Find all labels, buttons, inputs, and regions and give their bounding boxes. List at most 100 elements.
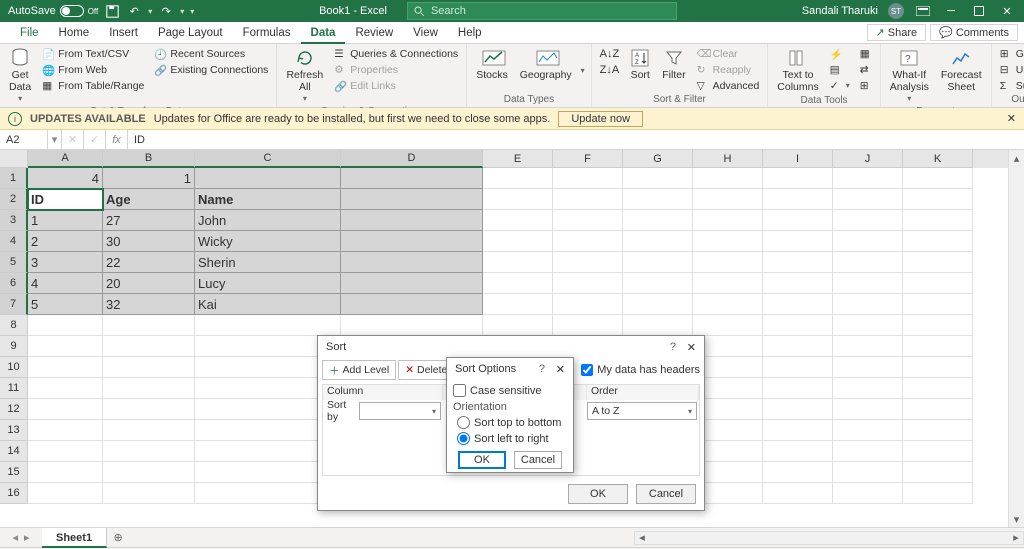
search-box[interactable]: Search <box>407 2 677 20</box>
cell-K10[interactable] <box>903 357 973 378</box>
col-header-D[interactable]: D <box>341 150 483 168</box>
cell-J1[interactable] <box>833 168 903 189</box>
data-types-more[interactable]: ▾ <box>581 66 585 75</box>
sort-order-select[interactable]: A to Z▾ <box>587 402 697 420</box>
scroll-up-icon[interactable]: ▴ <box>1009 150 1024 166</box>
flash-fill-button[interactable]: ⚡ <box>828 46 852 61</box>
col-header-K[interactable]: K <box>903 150 973 168</box>
cell-J5[interactable] <box>833 252 903 273</box>
cell-C6[interactable]: Lucy <box>195 273 341 294</box>
cell-H6[interactable] <box>693 273 763 294</box>
cell-J4[interactable] <box>833 231 903 252</box>
comments-button[interactable]: 💬Comments <box>930 24 1018 41</box>
row-header-4[interactable]: 4 <box>0 231 28 252</box>
fx-button[interactable]: fx <box>106 130 128 150</box>
close-icon[interactable]: ✕ <box>998 2 1016 20</box>
sort-options-close-icon[interactable]: ✕ <box>556 363 565 376</box>
cell-I9[interactable] <box>763 336 833 357</box>
cell-F6[interactable] <box>553 273 623 294</box>
cell-C4[interactable]: Wicky <box>195 231 341 252</box>
cell-C1[interactable] <box>195 168 341 189</box>
cell-A1[interactable]: 4 <box>28 168 103 189</box>
cell-K5[interactable] <box>903 252 973 273</box>
tab-review[interactable]: Review <box>345 22 403 44</box>
cell-J10[interactable] <box>833 357 903 378</box>
cell-B9[interactable] <box>103 336 195 357</box>
cell-K3[interactable] <box>903 210 973 231</box>
cell-B16[interactable] <box>103 483 195 504</box>
cell-J9[interactable] <box>833 336 903 357</box>
cell-I6[interactable] <box>763 273 833 294</box>
updates-close-button[interactable]: ✕ <box>1007 112 1016 125</box>
cell-C3[interactable]: John <box>195 210 341 231</box>
user-name[interactable]: Sandali Tharuki <box>802 5 878 17</box>
cell-F2[interactable] <box>553 189 623 210</box>
cell-B7[interactable]: 32 <box>103 294 195 315</box>
add-sheet-button[interactable]: ⊕ <box>107 531 129 544</box>
cell-C5[interactable]: Sherin <box>195 252 341 273</box>
cell-F1[interactable] <box>553 168 623 189</box>
sort-options-ok-button[interactable]: OK <box>458 451 506 469</box>
cell-J12[interactable] <box>833 399 903 420</box>
cell-F4[interactable] <box>553 231 623 252</box>
cell-E7[interactable] <box>483 294 553 315</box>
col-header-G[interactable]: G <box>623 150 693 168</box>
from-table-range-button[interactable]: ▦From Table/Range <box>40 78 146 93</box>
cell-I11[interactable] <box>763 378 833 399</box>
sort-button[interactable]: AZ Sort <box>627 46 653 94</box>
cell-G5[interactable] <box>623 252 693 273</box>
sort-close-icon[interactable]: ✕ <box>687 341 696 354</box>
from-text-csv-button[interactable]: 📄From Text/CSV <box>40 46 146 61</box>
row-header-7[interactable]: 7 <box>0 294 28 315</box>
row-header-5[interactable]: 5 <box>0 252 28 273</box>
cell-A3[interactable]: 1 <box>28 210 103 231</box>
row-header-13[interactable]: 13 <box>0 420 28 441</box>
cell-K12[interactable] <box>903 399 973 420</box>
row-header-11[interactable]: 11 <box>0 378 28 399</box>
consolidate-button[interactable]: ▦ <box>858 46 874 61</box>
row-header-10[interactable]: 10 <box>0 357 28 378</box>
row-header-8[interactable]: 8 <box>0 315 28 336</box>
cell-I1[interactable] <box>763 168 833 189</box>
avatar[interactable]: ST <box>888 3 904 19</box>
cell-E2[interactable] <box>483 189 553 210</box>
cell-A7[interactable]: 5 <box>28 294 103 315</box>
cell-C2[interactable]: Name <box>195 189 341 210</box>
ungroup-button[interactable]: ⊟Ungroup ▾ <box>998 62 1024 77</box>
cell-K15[interactable] <box>903 462 973 483</box>
col-header-E[interactable]: E <box>483 150 553 168</box>
cell-D2[interactable] <box>341 189 483 210</box>
cell-J6[interactable] <box>833 273 903 294</box>
cell-A8[interactable] <box>28 315 103 336</box>
tab-data[interactable]: Data <box>301 22 346 44</box>
horizontal-scrollbar[interactable]: ◂ ▸ <box>634 531 1024 545</box>
cell-B14[interactable] <box>103 441 195 462</box>
minimize-icon[interactable]: ─ <box>942 2 960 20</box>
cell-I14[interactable] <box>763 441 833 462</box>
queries-connections-button[interactable]: ☰Queries & Connections <box>332 46 460 61</box>
cell-H4[interactable] <box>693 231 763 252</box>
cell-A5[interactable]: 3 <box>28 252 103 273</box>
cell-K4[interactable] <box>903 231 973 252</box>
cell-A9[interactable] <box>28 336 103 357</box>
sort-cancel-button[interactable]: Cancel <box>636 484 696 504</box>
row-header-15[interactable]: 15 <box>0 462 28 483</box>
enter-fx-icon[interactable]: ✓ <box>84 130 106 150</box>
tab-formulas[interactable]: Formulas <box>233 22 301 44</box>
cell-H1[interactable] <box>693 168 763 189</box>
row-header-3[interactable]: 3 <box>0 210 28 231</box>
name-box-dropdown[interactable]: ▾ <box>48 130 62 150</box>
remove-duplicates-button[interactable]: ▤ <box>828 62 852 77</box>
cell-K2[interactable] <box>903 189 973 210</box>
sort-ok-button[interactable]: OK <box>568 484 628 504</box>
tab-page-layout[interactable]: Page Layout <box>148 22 233 44</box>
cell-B1[interactable]: 1 <box>103 168 195 189</box>
cell-D5[interactable] <box>341 252 483 273</box>
col-header-F[interactable]: F <box>553 150 623 168</box>
cell-B4[interactable]: 30 <box>103 231 195 252</box>
col-header-C[interactable]: C <box>195 150 341 168</box>
scroll-right-icon[interactable]: ▸ <box>1009 531 1023 544</box>
forecast-sheet-button[interactable]: Forecast Sheet <box>938 46 985 106</box>
cell-A16[interactable] <box>28 483 103 504</box>
cell-B8[interactable] <box>103 315 195 336</box>
